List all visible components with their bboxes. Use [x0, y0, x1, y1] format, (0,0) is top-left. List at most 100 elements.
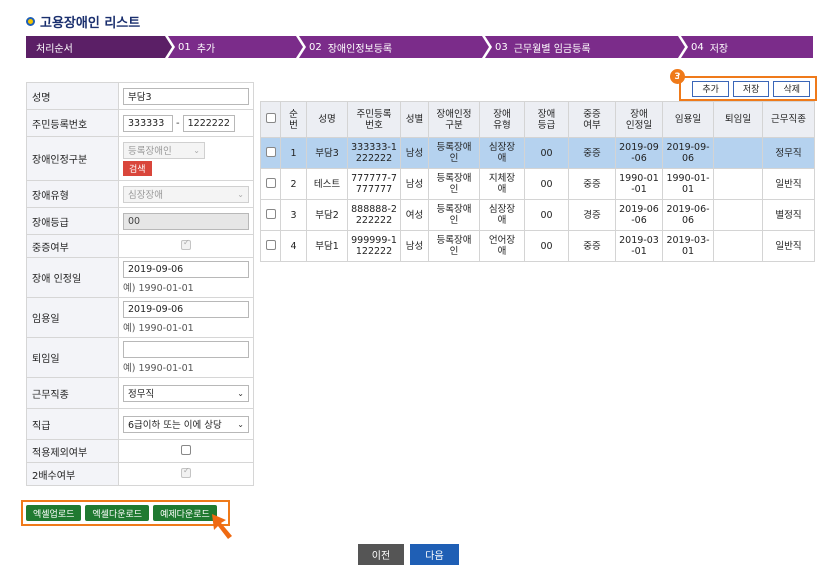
grade-label: 장애등급	[26, 207, 119, 235]
row-checkbox[interactable]	[265, 208, 276, 219]
cell-severe: 경증	[568, 199, 616, 231]
table-row[interactable]: 3 부담2 888888-2 222222 여성 등록장애 인 심장장 애 00 경증 2019-06…	[260, 199, 815, 231]
exclude-checkbox[interactable]	[181, 444, 191, 455]
cell-no: 3	[280, 199, 307, 231]
cell-job: 별정직	[762, 199, 815, 231]
cell-rrn: 999999-1 122222	[347, 230, 401, 262]
excel-upload-button[interactable]: 엑셀업로드	[26, 505, 82, 521]
cell-job: 일반직	[762, 230, 815, 262]
excel-download-button[interactable]: 엑셀다운로드	[85, 505, 150, 521]
resign-date-hint: 예) 1990-01-01	[123, 363, 194, 374]
title-bullet-icon	[26, 17, 35, 26]
row-checkbox-cell[interactable]	[260, 168, 281, 200]
row-checkbox-cell[interactable]	[260, 199, 281, 231]
sample-download-button[interactable]: 예제다운로드	[153, 505, 217, 521]
table-header-row: 순 번 성명 주민등록 번호 성별 장애인정 구분 장애 유형 장애 등급 중증 여부 장애 인정일 임용일 퇴임…	[260, 101, 815, 138]
cell-resign	[713, 199, 763, 231]
step-4-num: 04	[691, 41, 704, 53]
rank-label: 직급	[26, 408, 119, 440]
cell-severe: 중증	[568, 137, 616, 169]
column-header: 임용일	[662, 101, 714, 138]
step-3-label: 근무월별 임금등록	[513, 43, 591, 55]
save-button[interactable]: 저장	[732, 80, 770, 97]
cell-rrn: 777777-7 777777	[347, 168, 401, 200]
step-1: 01 추가	[168, 36, 303, 58]
cell-type: 언어장 애	[479, 230, 525, 262]
row-checkbox-cell[interactable]	[260, 137, 281, 169]
cell-grade: 00	[524, 199, 569, 231]
step-2-num: 02	[309, 41, 322, 53]
table-row[interactable]: 4 부담1 999999-1 122222 남성 등록장애 인 언어장 애 00 중증 2019-03…	[260, 230, 815, 262]
column-header: 근무직종	[762, 101, 815, 138]
cert-date-label: 장애 인정일	[26, 257, 119, 298]
cell-no: 2	[280, 168, 307, 200]
step-2: 02 장애인정보등록	[299, 36, 489, 58]
delete-button[interactable]: 삭제	[773, 80, 810, 97]
rrn-back-input[interactable]: 1222222	[182, 114, 235, 132]
double-label: 2배수여부	[26, 462, 119, 486]
select-all-checkbox[interactable]	[265, 113, 276, 123]
step-header: 처리순서	[26, 36, 172, 58]
cert-date-hint: 예) 1990-01-01	[123, 283, 194, 294]
cell-resign	[713, 137, 763, 169]
rrn-label: 주민등록번호	[26, 109, 119, 137]
cell-type: 심장장 애	[479, 199, 525, 231]
cell-cert: 등록장애 인	[428, 230, 480, 262]
row-checkbox[interactable]	[265, 146, 276, 157]
cell-cert: 등록장애 인	[428, 168, 480, 200]
employee-table: 순 번 성명 주민등록 번호 성별 장애인정 구분 장애 유형 장애 등급 중증 여부 장애 인정일 임용일 퇴임…	[260, 101, 815, 262]
next-button[interactable]: 다음	[410, 544, 459, 565]
step-1-num: 01	[178, 41, 191, 53]
cell-sex: 남성	[400, 137, 429, 169]
pointer-arrow-icon	[212, 514, 232, 539]
cell-hire: 2019-06- 06	[662, 199, 714, 231]
cell-cert: 등록장애 인	[428, 137, 480, 169]
row-checkbox-cell[interactable]	[260, 230, 281, 262]
dis-type-select[interactable]: 심장장애 ⌄	[123, 185, 249, 203]
table-row[interactable]: 2 테스트 777777-7 777777 남성 등록장애 인 지체장 애 00 중증 1990-01…	[260, 168, 815, 200]
row-checkbox[interactable]	[265, 177, 276, 188]
table-row[interactable]: 1 부담3 333333-1 222222 남성 등록장애 인 심장장 애 00 중증 2019-09…	[260, 137, 815, 169]
row-checkbox[interactable]	[265, 239, 276, 250]
hire-date-input[interactable]: 2019-09-06	[123, 301, 249, 318]
column-header: 성명	[306, 101, 348, 138]
cell-hire: 2019-09- 06	[662, 137, 714, 169]
rrn-front-input[interactable]: 333333	[123, 114, 173, 132]
cell-job: 정무직	[762, 137, 815, 169]
cell-name: 부담1	[306, 230, 348, 262]
step-4-label: 저장	[709, 43, 729, 55]
chevron-down-icon: ⌄	[237, 189, 244, 199]
prev-button[interactable]: 이전	[358, 544, 404, 565]
cell-cert-date: 2019-03 -01	[615, 230, 663, 262]
chevron-down-icon: ⌄	[193, 145, 200, 155]
cell-rrn: 888888-2 222222	[347, 199, 401, 231]
page-title-text: 고용장애인 리스트	[40, 16, 141, 31]
select-all-checkbox-cell[interactable]	[260, 101, 281, 138]
cert-date-input[interactable]: 2019-09-06	[123, 261, 249, 278]
add-button[interactable]: 추가	[692, 80, 729, 97]
step-4: 04 저장	[681, 36, 813, 58]
download-buttons-group: 엑셀업로드 엑셀다운로드 예제다운로드	[21, 500, 230, 526]
severe-label: 중증여부	[26, 234, 119, 258]
severe-checkbox	[181, 238, 191, 250]
dis-type-value: 심장장애	[128, 190, 163, 201]
rank-select[interactable]: 6급이하 또는 이에 상당 ⌄	[123, 415, 249, 433]
cell-resign	[713, 230, 763, 262]
column-header: 장애 인정일	[615, 101, 663, 138]
grade-input: 00	[123, 212, 249, 230]
resign-date-input[interactable]	[123, 341, 249, 358]
job-select[interactable]: 정무직 ⌄	[123, 384, 249, 402]
rrn-separator: -	[176, 117, 180, 129]
hire-date-hint: 예) 1990-01-01	[123, 323, 194, 334]
step-3-num: 03	[495, 41, 508, 53]
cert-type-select[interactable]: 등록장애인 ⌄	[123, 141, 205, 159]
name-input[interactable]: 부담3	[123, 87, 249, 105]
cert-type-value: 등록장애인	[128, 146, 172, 157]
page-title: 고용장애인 리스트	[26, 12, 140, 31]
column-header: 장애 등급	[524, 101, 569, 138]
job-value: 정무직	[128, 389, 155, 400]
cell-severe: 중증	[568, 168, 616, 200]
rank-value: 6급이하 또는 이에 상당	[128, 420, 222, 431]
search-button[interactable]: 검색	[123, 160, 152, 176]
cell-type: 심장장 애	[479, 137, 525, 169]
